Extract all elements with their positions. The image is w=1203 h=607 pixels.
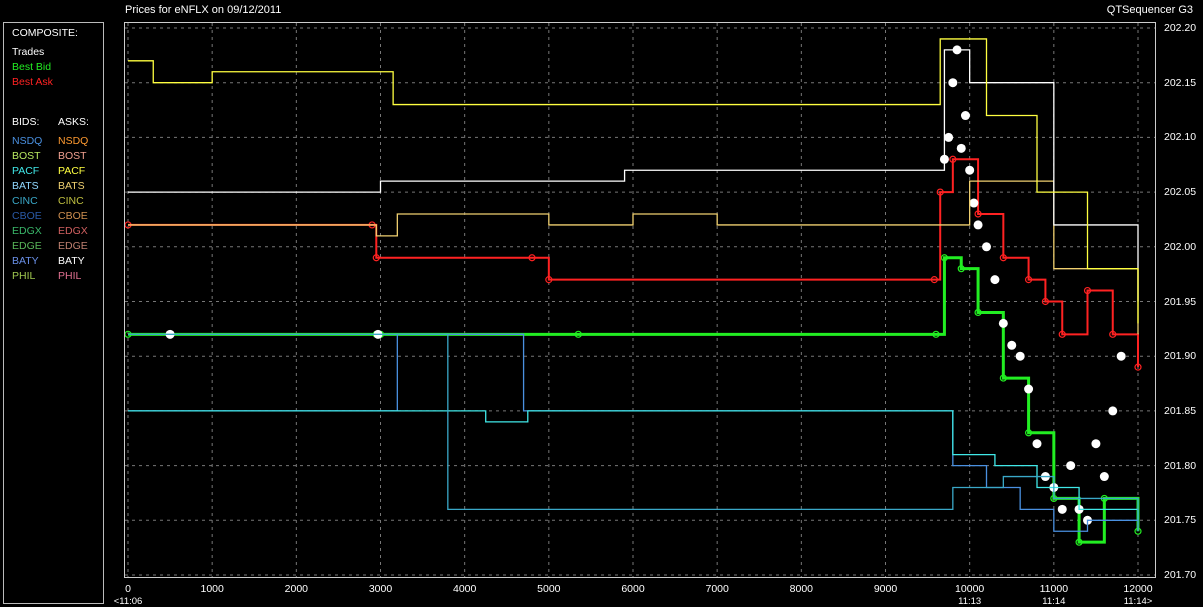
trade-point <box>965 165 975 175</box>
trade-point <box>1032 439 1042 449</box>
trade-point <box>1066 461 1076 471</box>
time-tick-label: 11:14 <box>1042 596 1066 607</box>
legend-ask-cinc: CINC <box>58 195 84 207</box>
trade-point <box>960 111 970 121</box>
app-name: QTSequencer G3 <box>1106 4 1193 16</box>
trade-point <box>1116 351 1126 361</box>
y-tick-label: 202.00 <box>1164 240 1197 253</box>
trade-point <box>956 143 966 153</box>
time-tick-label: 11:14> <box>1123 596 1153 607</box>
trade-point <box>982 242 991 252</box>
legend-bid-pacf: PACF <box>12 165 40 177</box>
trade-point <box>998 318 1008 328</box>
trade-point <box>973 220 983 230</box>
x-tick-label: 3000 <box>368 583 393 595</box>
x-tick-label: 5000 <box>537 583 561 595</box>
x-tick-label: 6000 <box>621 583 645 595</box>
legend-ask-bats: BATS <box>58 180 85 192</box>
legend-item-best-ask: Best Ask <box>12 76 53 88</box>
y-tick-label: 202.05 <box>1164 186 1197 199</box>
x-tick-label: 10000 <box>955 583 985 595</box>
time-tick-label: <11:06 <box>113 596 143 607</box>
trade-point <box>1007 340 1017 350</box>
trade-point <box>1015 351 1025 361</box>
x-tick-label: 12000 <box>1123 583 1153 595</box>
x-tick-label: 9000 <box>873 583 898 595</box>
price-chart[interactable] <box>124 22 1156 578</box>
y-tick-label: 202.20 <box>1164 22 1197 34</box>
legend-ask-edgx: EDGX <box>58 225 88 237</box>
trade-point <box>1057 504 1067 514</box>
trade-point <box>1024 384 1034 394</box>
legend-item-best-bid: Best Bid <box>12 61 52 73</box>
x-tick-label: 2000 <box>284 583 309 595</box>
legend-bid-nsdq: NSDQ <box>12 135 43 147</box>
trade-point <box>990 275 1000 285</box>
legend-composite-heading: COMPOSITE: <box>12 27 78 39</box>
x-tick-label: 4000 <box>452 583 477 595</box>
x-tick-label: 1000 <box>200 583 224 595</box>
price-chart-svg <box>125 23 1155 577</box>
y-tick-label: 201.70 <box>1164 569 1197 581</box>
trade-point <box>944 132 954 142</box>
legend-bid-bost: BOST <box>12 150 41 162</box>
legend-bid-bats: BATS <box>12 180 39 192</box>
legend-asks-heading: ASKS: <box>58 116 89 128</box>
y-tick-label: 201.95 <box>1164 295 1197 308</box>
legend-ask-edge: EDGE <box>58 240 88 252</box>
legend-bid-baty: BATY <box>12 255 39 267</box>
x-tick-label: 11000 <box>1039 583 1069 595</box>
legend-bid-edgx: EDGX <box>12 225 42 237</box>
x-tick-label: 7000 <box>705 583 729 595</box>
legend-bids-heading: BIDS: <box>12 116 40 128</box>
time-tick-label: 11:13 <box>958 596 982 607</box>
legend-bid-cinc: CINC <box>12 195 38 207</box>
trade-point <box>1091 439 1101 449</box>
legend-bid-cboe: CBOE <box>12 210 42 222</box>
chart-title: Prices for eNFLX on 09/12/2011 <box>125 4 282 16</box>
y-tick-label: 201.90 <box>1164 350 1197 363</box>
legend-item-trades: Trades <box>12 46 45 58</box>
x-tick-label: 0 <box>125 583 131 595</box>
y-tick-label: 202.10 <box>1164 131 1197 144</box>
legend-bid-phil: PHIL <box>12 270 36 282</box>
x-tick-label: 8000 <box>789 583 814 595</box>
trade-point <box>1099 472 1109 482</box>
trade-point <box>1108 406 1118 416</box>
y-tick-label: 202.15 <box>1164 76 1197 89</box>
y-tick-label: 201.85 <box>1164 404 1197 417</box>
legend-ask-bost: BOST <box>58 150 87 162</box>
y-tick-label: 201.75 <box>1164 514 1197 527</box>
trade-point <box>969 198 979 208</box>
legend-panel: COMPOSITE: Trades Best Bid Best Ask BIDS: … <box>3 22 104 604</box>
legend-ask-cboe: CBOE <box>58 210 88 222</box>
legend-ask-baty: BATY <box>58 255 85 267</box>
legend-bid-edge: EDGE <box>12 240 42 252</box>
legend-ask-nsdq: NSDQ <box>58 135 89 147</box>
y-tick-label: 201.80 <box>1164 459 1197 472</box>
trade-point <box>948 78 958 88</box>
legend-ask-pacf: PACF <box>58 165 86 177</box>
legend-ask-phil: PHIL <box>58 270 82 282</box>
